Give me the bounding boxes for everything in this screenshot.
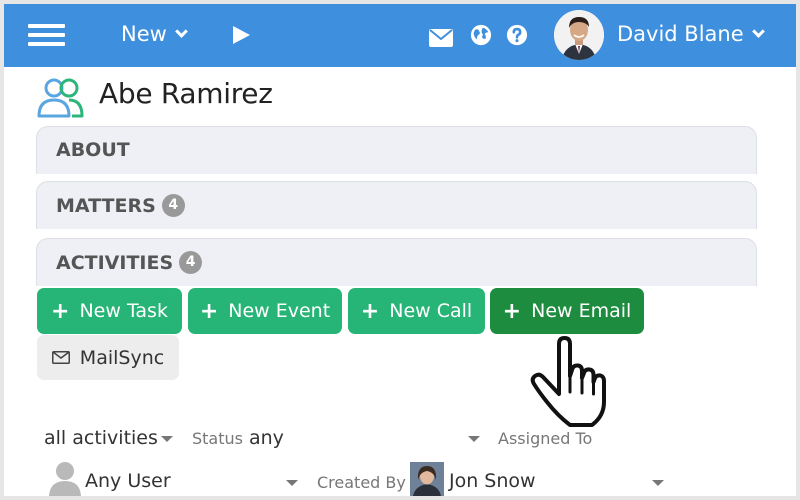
matters-count-badge: 4 — [161, 194, 185, 217]
activities-count-badge: 4 — [179, 251, 203, 274]
new-menu-button[interactable]: New — [121, 22, 188, 46]
section-about-label: ABOUT — [56, 139, 130, 161]
help-icon[interactable] — [505, 24, 529, 46]
mailsync-label: MailSync — [79, 346, 165, 369]
top-nav-bar: New David Blane — [4, 4, 796, 67]
assigned-to-select[interactable]: Any User — [85, 470, 171, 492]
section-matters-label: MATTERS — [56, 194, 156, 217]
hand-pointer-icon — [530, 336, 606, 427]
status-select[interactable]: any — [249, 427, 284, 449]
new-call-label: New Call — [389, 300, 473, 322]
play-icon[interactable] — [233, 26, 250, 44]
new-email-label: New Email — [531, 300, 632, 322]
created-by-value: Jon Snow — [449, 470, 536, 492]
assigned-to-label: Assigned To — [498, 429, 593, 448]
section-activities-label: ACTIVITIES — [56, 251, 174, 274]
user-name: David Blane — [617, 22, 744, 46]
avatar[interactable] — [554, 10, 604, 60]
plus-icon: + — [199, 298, 219, 324]
chevron-down-icon — [751, 25, 765, 38]
new-email-button[interactable]: + New Email — [490, 288, 644, 334]
mailsync-button[interactable]: MailSync — [37, 335, 179, 380]
caret-down-icon[interactable] — [161, 436, 173, 442]
caret-down-icon[interactable] — [286, 480, 298, 486]
menu-icon[interactable] — [28, 24, 65, 46]
chevron-down-icon — [174, 25, 188, 38]
user-silhouette-icon — [49, 462, 81, 496]
created-by-label: Created By — [317, 473, 406, 492]
assigned-to-value: Any User — [85, 470, 171, 492]
user-menu[interactable]: David Blane — [617, 22, 765, 46]
plus-icon: + — [51, 298, 70, 324]
jon-snow-avatar — [410, 462, 444, 496]
globe-icon[interactable] — [469, 24, 493, 46]
activity-type-select[interactable]: all activities — [44, 427, 158, 449]
app-window: New David Blane Abe Ramirez ABOUT MATTER… — [4, 4, 796, 496]
section-activities[interactable]: ACTIVITIES 4 — [36, 238, 757, 286]
envelope-icon — [51, 351, 70, 364]
contact-group-icon — [37, 78, 84, 118]
new-event-label: New Event — [228, 300, 331, 322]
new-call-button[interactable]: + New Call — [348, 288, 485, 334]
section-matters[interactable]: MATTERS 4 — [36, 181, 757, 229]
status-label: Status — [192, 429, 243, 448]
plus-icon: + — [502, 298, 522, 324]
plus-icon: + — [360, 298, 380, 324]
caret-down-icon[interactable] — [468, 436, 480, 442]
status-value: any — [249, 427, 284, 449]
contact-name: Abe Ramirez — [99, 77, 273, 110]
activity-type-value: all activities — [44, 427, 158, 449]
caret-down-icon[interactable] — [652, 480, 664, 486]
mail-icon[interactable] — [429, 27, 453, 49]
section-about[interactable]: ABOUT — [36, 126, 757, 174]
new-task-button[interactable]: + New Task — [37, 288, 182, 334]
created-by-select[interactable]: Jon Snow — [449, 470, 536, 492]
new-task-label: New Task — [79, 300, 168, 322]
new-menu-label: New — [121, 22, 167, 46]
new-event-button[interactable]: + New Event — [188, 288, 342, 334]
